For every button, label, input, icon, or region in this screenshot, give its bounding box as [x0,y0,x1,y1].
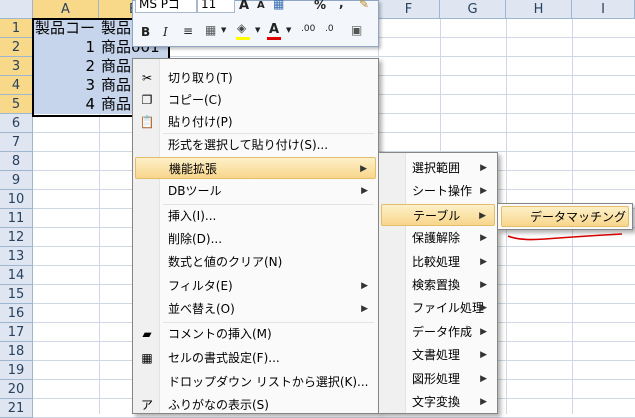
annotation-underline [507,233,623,241]
